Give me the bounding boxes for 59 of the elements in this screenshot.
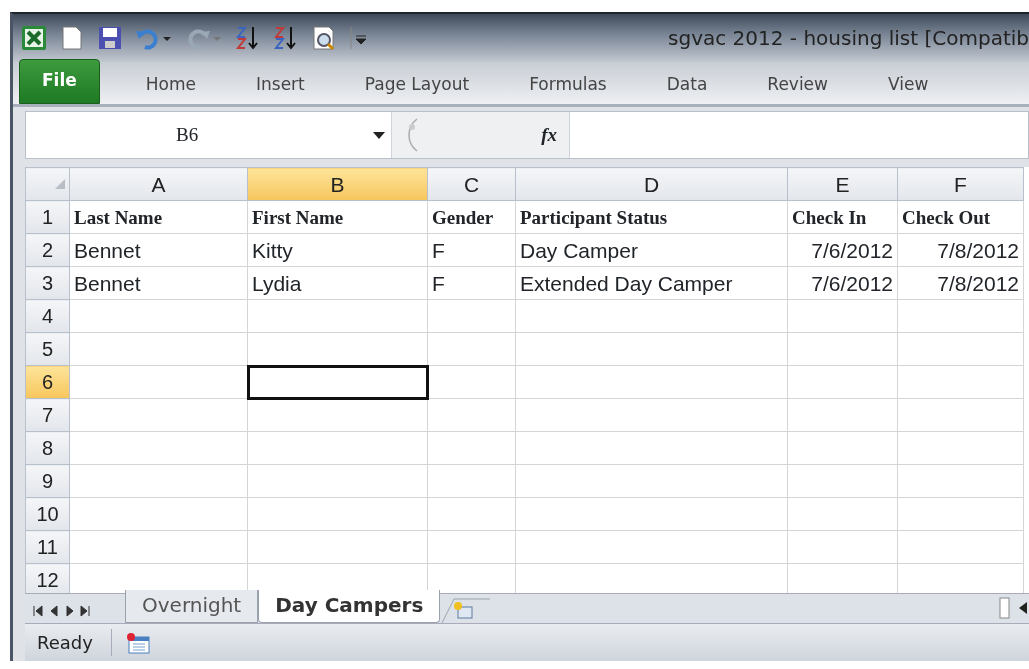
new-document-icon[interactable] <box>59 25 85 51</box>
row-header[interactable]: 2 <box>25 233 70 267</box>
table-cell: Lydia <box>247 266 428 300</box>
row-header[interactable]: 3 <box>25 266 70 300</box>
ribbon-tab[interactable]: Formulas <box>499 71 637 104</box>
ribbon-tab[interactable]: Insert <box>226 71 335 104</box>
macro-record-icon[interactable] <box>125 631 150 654</box>
table-cell: F <box>427 266 516 300</box>
sort-ascending-icon[interactable] <box>235 25 261 51</box>
print-preview-icon[interactable] <box>311 25 337 51</box>
row-header[interactable]: 1 <box>25 200 70 234</box>
table-cell: Participant Status <box>515 200 788 234</box>
table-cell: Extended Day Camper <box>515 266 788 300</box>
excel-logo-icon <box>21 25 47 51</box>
column-header[interactable]: A <box>69 167 248 201</box>
sheet-tab[interactable]: Day Campers <box>258 590 441 623</box>
table-cell: Bennet <box>69 233 248 267</box>
column-header[interactable]: C <box>427 167 516 201</box>
row-header[interactable]: 9 <box>25 464 70 498</box>
active-cell[interactable] <box>247 365 428 399</box>
table-cell: Check In <box>787 200 898 234</box>
column-header[interactable]: E <box>787 167 898 201</box>
sort-descending-icon[interactable] <box>273 25 299 51</box>
row-header[interactable]: 8 <box>25 431 70 465</box>
ribbon-tab[interactable]: Review <box>737 71 858 104</box>
file-tab[interactable]: File <box>19 58 100 104</box>
table-cell: 7/6/2012 <box>787 233 898 267</box>
column-header[interactable]: F <box>897 167 1024 201</box>
ribbon-tab[interactable]: Page Layout <box>334 71 500 104</box>
sheet-tab[interactable]: Overnight <box>125 590 259 623</box>
customize-toolbar-icon[interactable] <box>349 25 369 51</box>
row-header[interactable]: 10 <box>25 497 70 531</box>
table-cell: First Name <box>247 200 428 234</box>
triangle-icon <box>55 179 65 189</box>
ribbon-tab[interactable]: Data <box>636 71 738 104</box>
save-icon[interactable] <box>97 25 123 51</box>
window-title: sgvac 2012 - housing list [Compatib <box>668 25 1029 52</box>
ribbon-tab[interactable]: View <box>858 71 959 104</box>
table-cell: Kitty <box>247 233 428 267</box>
row-header[interactable]: 4 <box>25 299 70 333</box>
column-header[interactable]: B <box>247 167 428 201</box>
table-cell: F <box>427 233 516 267</box>
row-header[interactable]: 12 <box>25 563 70 593</box>
column-header[interactable]: D <box>515 167 788 201</box>
table-cell: Bennet <box>69 266 248 300</box>
table-cell: 7/6/2012 <box>787 266 898 300</box>
status-text: Ready <box>25 629 112 656</box>
row-header[interactable]: 11 <box>25 530 70 564</box>
scroll-left-icon[interactable] <box>999 596 1029 620</box>
table-cell: 7/8/2012 <box>897 266 1024 300</box>
row-header[interactable]: 5 <box>25 332 70 366</box>
table-cell: Last Name <box>69 200 248 234</box>
row-header[interactable]: 6 <box>25 365 70 399</box>
table-cell: Day Camper <box>515 233 788 267</box>
table-cell: Gender <box>427 200 516 234</box>
ribbon-tab[interactable]: Home <box>115 71 226 104</box>
row-header[interactable]: 7 <box>25 398 70 432</box>
table-cell: 7/8/2012 <box>897 233 1024 267</box>
table-cell: Check Out <box>897 200 1024 234</box>
